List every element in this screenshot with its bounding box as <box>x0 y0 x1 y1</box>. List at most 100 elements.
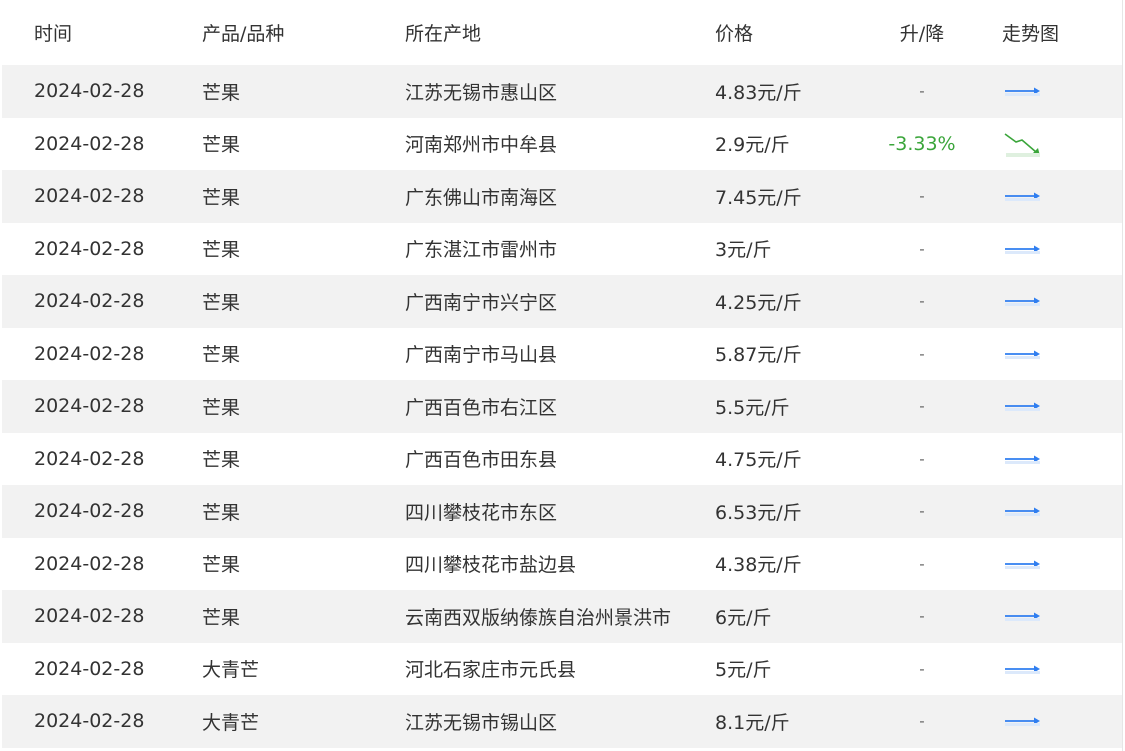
trend-flat-icon[interactable] <box>1002 643 1044 696</box>
cell-time: 2024-02-28 <box>34 132 145 155</box>
cell-change: - <box>919 344 925 363</box>
cell-time: 2024-02-28 <box>34 447 145 470</box>
cell-change: - <box>919 397 925 416</box>
trend-down-icon[interactable] <box>1002 118 1044 171</box>
cell-location: 广西南宁市马山县 <box>405 344 558 367</box>
cell-location: 广东佛山市南海区 <box>405 186 558 209</box>
cell-product: 芒果 <box>202 554 241 577</box>
cell-location: 四川攀枝花市东区 <box>405 501 558 524</box>
cell-product: 芒果 <box>202 81 241 104</box>
header-time: 时间 <box>34 23 73 45</box>
cell-time: 2024-02-28 <box>34 395 145 418</box>
cell-change: - <box>919 502 925 521</box>
cell-product: 芒果 <box>202 606 241 629</box>
header-price: 价格 <box>715 23 754 45</box>
table-row[interactable]: 2024-02-28 芒果 广西百色市右江区 5.5元/斤 - <box>2 380 1122 433</box>
cell-change: - <box>919 239 925 258</box>
cell-location: 江苏无锡市惠山区 <box>405 81 558 104</box>
trend-flat-icon[interactable] <box>1002 275 1044 328</box>
table-row[interactable]: 2024-02-28 芒果 河南郑州市中牟县 2.9元/斤 -3.33% <box>2 118 1122 171</box>
header-product: 产品/品种 <box>202 23 285 45</box>
trend-flat-icon[interactable] <box>1002 433 1044 486</box>
trend-flat-icon[interactable] <box>1002 538 1044 591</box>
cell-price: 6元/斤 <box>715 606 772 629</box>
cell-price: 6.53元/斤 <box>715 501 802 524</box>
cell-location: 江苏无锡市锡山区 <box>405 711 558 734</box>
cell-time: 2024-02-28 <box>34 552 145 575</box>
cell-price: 5.5元/斤 <box>715 396 790 419</box>
cell-change: - <box>919 187 925 206</box>
header-change: 升/降 <box>899 23 945 45</box>
table-row[interactable]: 2024-02-28 大青芒 江苏无锡市锡山区 8.1元/斤 - <box>2 695 1122 748</box>
cell-time: 2024-02-28 <box>34 342 145 365</box>
cell-price: 5.87元/斤 <box>715 344 802 367</box>
cell-product: 芒果 <box>202 344 241 367</box>
cell-location: 河南郑州市中牟县 <box>405 134 558 157</box>
header-trend: 走势图 <box>1002 23 1060 45</box>
trend-flat-icon[interactable] <box>1002 590 1044 643</box>
trend-flat-icon[interactable] <box>1002 170 1044 223</box>
table-row[interactable]: 2024-02-28 芒果 广东佛山市南海区 7.45元/斤 - <box>2 170 1122 223</box>
cell-product: 芒果 <box>202 449 241 472</box>
cell-product: 大青芒 <box>202 711 260 734</box>
cell-time: 2024-02-28 <box>34 500 145 523</box>
trend-flat-icon[interactable] <box>1002 695 1044 748</box>
trend-flat-icon[interactable] <box>1002 380 1044 433</box>
cell-location: 河北石家庄市元氏县 <box>405 659 577 682</box>
trend-flat-icon[interactable] <box>1002 223 1044 276</box>
cell-location: 云南西双版纳傣族自治州景洪市 <box>405 606 672 629</box>
table-row[interactable]: 2024-02-28 芒果 广东湛江市雷州市 3元/斤 - <box>2 223 1122 276</box>
cell-product: 芒果 <box>202 134 241 157</box>
cell-time: 2024-02-28 <box>34 657 145 680</box>
cell-time: 2024-02-28 <box>34 237 145 260</box>
table-row[interactable]: 2024-02-28 芒果 云南西双版纳傣族自治州景洪市 6元/斤 - <box>2 590 1122 643</box>
table-row[interactable]: 2024-02-28 芒果 四川攀枝花市东区 6.53元/斤 - <box>2 485 1122 538</box>
cell-product: 大青芒 <box>202 659 260 682</box>
cell-time: 2024-02-28 <box>34 290 145 313</box>
cell-product: 芒果 <box>202 396 241 419</box>
cell-change: -3.33% <box>888 132 956 155</box>
cell-price: 5元/斤 <box>715 659 772 682</box>
cell-product: 芒果 <box>202 239 241 262</box>
cell-price: 4.75元/斤 <box>715 449 802 472</box>
price-table: 时间 产品/品种 所在产地 价格 升/降 走势图 2024-02-28 芒果 江苏无… <box>2 0 1123 751</box>
table-body: 2024-02-28 芒果 江苏无锡市惠山区 4.83元/斤 - 2024-02-28 芒果… <box>2 65 1122 748</box>
table-row[interactable]: 2024-02-28 芒果 广西南宁市马山县 5.87元/斤 - <box>2 328 1122 381</box>
cell-price: 4.25元/斤 <box>715 291 802 314</box>
cell-product: 芒果 <box>202 501 241 524</box>
cell-change: - <box>919 607 925 626</box>
cell-price: 3元/斤 <box>715 239 772 262</box>
cell-change: - <box>919 449 925 468</box>
table-row[interactable]: 2024-02-28 芒果 四川攀枝花市盐边县 4.38元/斤 - <box>2 538 1122 591</box>
header-location: 所在产地 <box>405 23 482 45</box>
cell-change: - <box>919 82 925 101</box>
cell-time: 2024-02-28 <box>34 605 145 628</box>
table-row[interactable]: 2024-02-28 大青芒 河北石家庄市元氏县 5元/斤 - <box>2 643 1122 696</box>
cell-change: - <box>919 659 925 678</box>
cell-location: 广西百色市右江区 <box>405 396 558 419</box>
table-row[interactable]: 2024-02-28 芒果 广西百色市田东县 4.75元/斤 - <box>2 433 1122 486</box>
table-row[interactable]: 2024-02-28 芒果 广西南宁市兴宁区 4.25元/斤 - <box>2 275 1122 328</box>
trend-flat-icon[interactable] <box>1002 328 1044 381</box>
cell-price: 2.9元/斤 <box>715 134 790 157</box>
cell-time: 2024-02-28 <box>34 80 145 103</box>
cell-product: 芒果 <box>202 291 241 314</box>
cell-location: 广西南宁市兴宁区 <box>405 291 558 314</box>
cell-change: - <box>919 292 925 311</box>
cell-price: 7.45元/斤 <box>715 186 802 209</box>
table-row[interactable]: 2024-02-28 芒果 江苏无锡市惠山区 4.83元/斤 - <box>2 65 1122 118</box>
cell-price: 4.83元/斤 <box>715 81 802 104</box>
cell-location: 广西百色市田东县 <box>405 449 558 472</box>
trend-flat-icon[interactable] <box>1002 485 1044 538</box>
cell-location: 四川攀枝花市盐边县 <box>405 554 577 577</box>
cell-product: 芒果 <box>202 186 241 209</box>
cell-price: 8.1元/斤 <box>715 711 790 734</box>
cell-change: - <box>919 554 925 573</box>
trend-flat-icon[interactable] <box>1002 65 1044 118</box>
cell-location: 广东湛江市雷州市 <box>405 239 558 262</box>
cell-change: - <box>919 712 925 731</box>
cell-time: 2024-02-28 <box>34 710 145 733</box>
table-header: 时间 产品/品种 所在产地 价格 升/降 走势图 <box>2 0 1122 65</box>
cell-price: 4.38元/斤 <box>715 554 802 577</box>
cell-time: 2024-02-28 <box>34 185 145 208</box>
